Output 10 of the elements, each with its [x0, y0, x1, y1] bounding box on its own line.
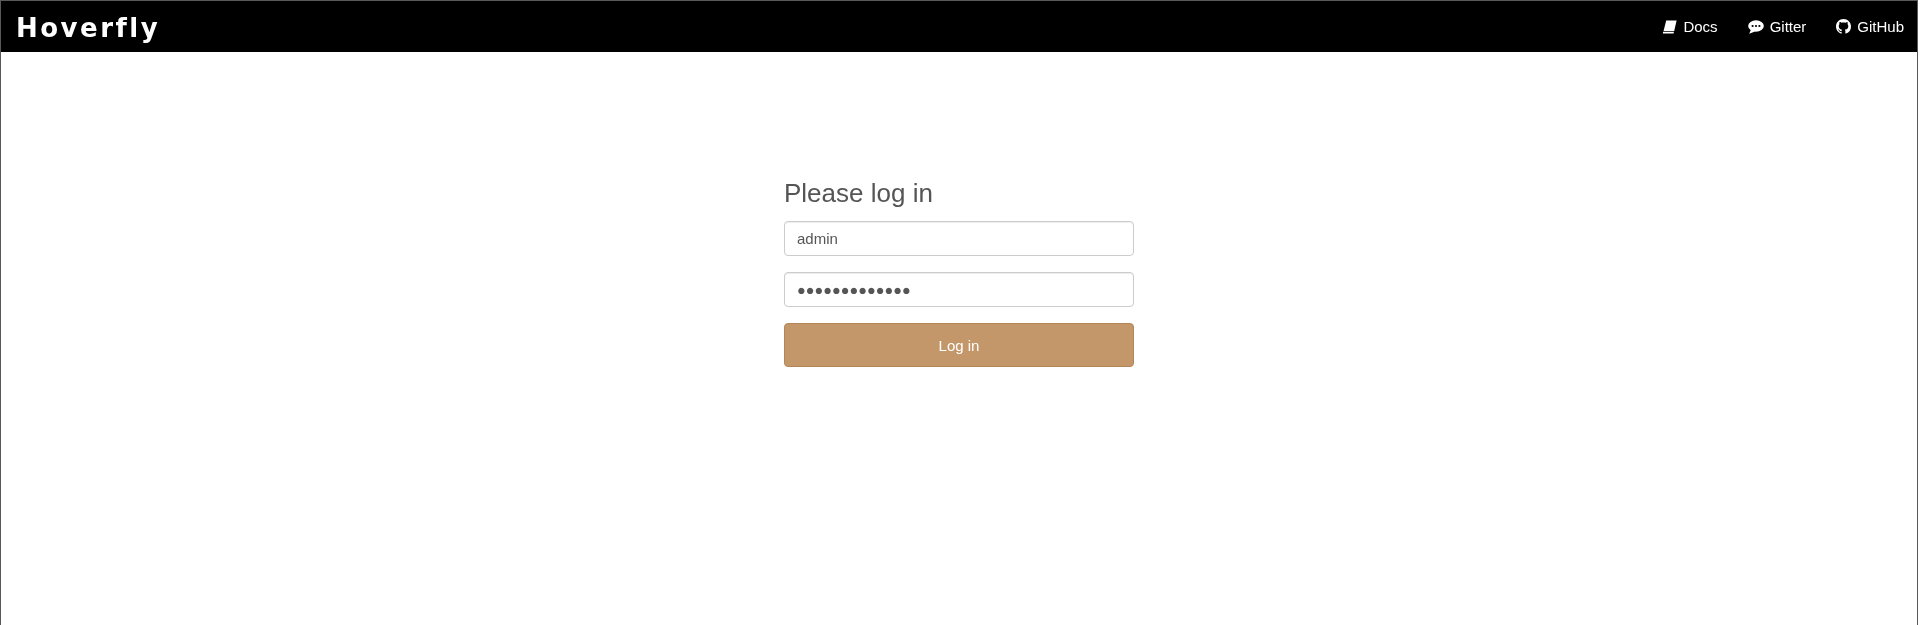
nav-link[interactable]: Docs	[1661, 16, 1718, 37]
github-icon	[1836, 19, 1852, 34]
nav-link[interactable]: Gitter	[1747, 16, 1807, 37]
form-title: Please log in	[784, 178, 934, 208]
username-field[interactable]: admin	[784, 221, 1134, 256]
nav-link[interactable]: GitHub	[1836, 16, 1904, 37]
speech-bubble-icon	[1747, 19, 1764, 34]
book-icon	[1661, 19, 1678, 34]
password-field[interactable]: ●●●●●●●●●●●●●	[784, 272, 1134, 307]
brand-logo[interactable]: Hoverfly	[16, 10, 161, 43]
